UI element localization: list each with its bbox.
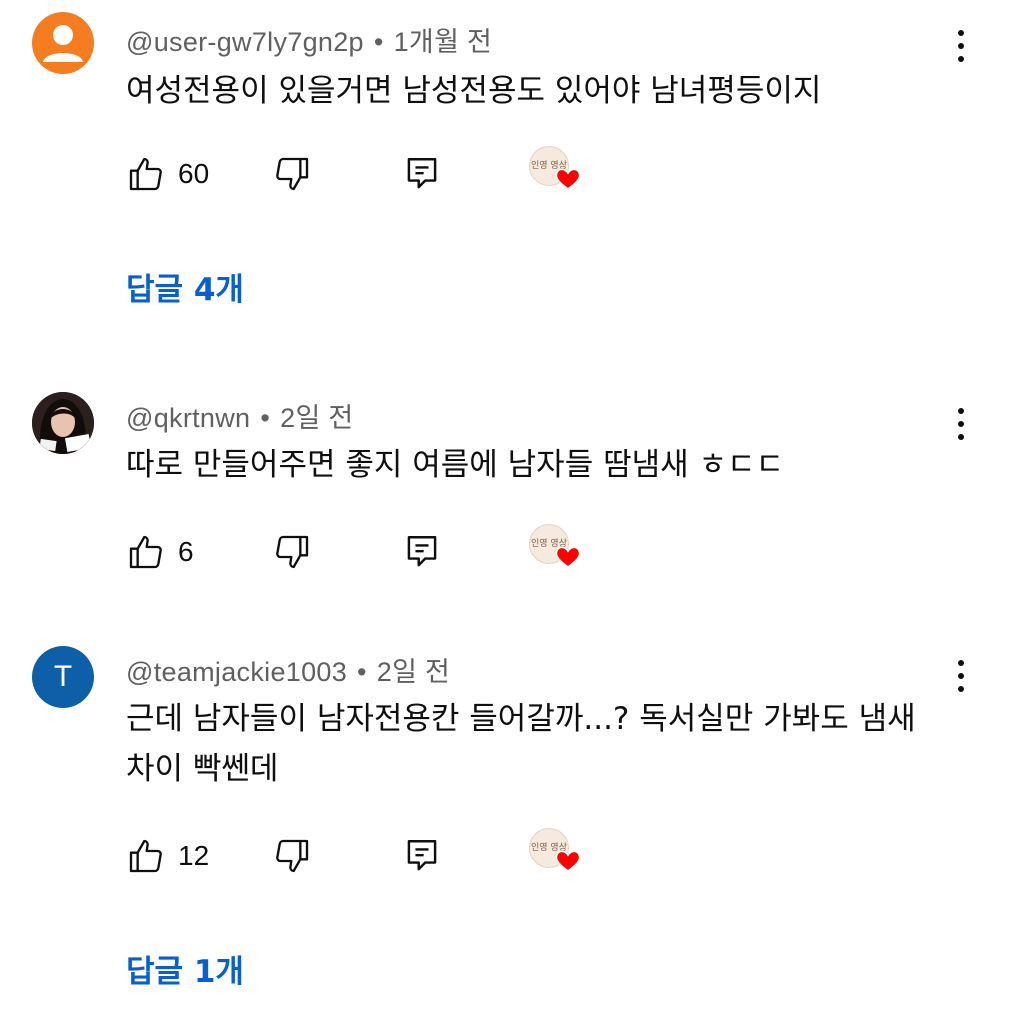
like-count: 60 bbox=[178, 158, 210, 189]
thumb-down-icon bbox=[276, 157, 309, 191]
profile-photo bbox=[32, 392, 94, 454]
comment-text: 근데 남자들이 남자전용칸 들어갈까...? 독서실만 가봐도 냄새차이 빡쎈데 bbox=[126, 701, 916, 787]
comment-time[interactable]: 2일 전 bbox=[280, 403, 353, 433]
comment-actions: 12 인영 영상 bbox=[126, 828, 626, 878]
comment-actions: 60 인영 영상 bbox=[126, 146, 626, 196]
comment-meta: @user-gw7ly7gn2p • 1개월 전 bbox=[126, 20, 492, 59]
reply-button[interactable] bbox=[404, 834, 440, 878]
like-count: 6 bbox=[178, 536, 194, 567]
comment-meta: @teamjackie1003 • 2일 전 bbox=[126, 650, 450, 689]
comment-actions: 6 인영 영상 bbox=[126, 524, 626, 574]
thumb-up-icon bbox=[129, 535, 162, 569]
replies-toggle[interactable]: 답글 1개 bbox=[126, 946, 244, 991]
default-person-icon bbox=[43, 25, 83, 62]
replies-toggle[interactable]: 답글 4개 bbox=[126, 264, 244, 309]
avatar[interactable] bbox=[32, 392, 94, 454]
heart-icon bbox=[555, 546, 581, 568]
creator-heart-badge: 인영 영상 bbox=[529, 146, 585, 196]
comment-reply-icon bbox=[407, 158, 437, 189]
comment-time[interactable]: 1개월 전 bbox=[394, 27, 493, 57]
like-button[interactable]: 60 bbox=[126, 152, 209, 196]
comment-author[interactable]: @qkrtnwn bbox=[126, 403, 250, 433]
dislike-button[interactable] bbox=[272, 152, 312, 196]
like-button[interactable]: 12 bbox=[126, 834, 209, 878]
avatar[interactable] bbox=[32, 12, 94, 74]
comment-meta: @qkrtnwn • 2일 전 bbox=[126, 396, 354, 435]
more-options-icon[interactable] bbox=[948, 26, 974, 66]
heart-icon bbox=[555, 850, 581, 872]
like-button[interactable]: 6 bbox=[126, 530, 194, 574]
comment-author[interactable]: @user-gw7ly7gn2p bbox=[126, 27, 364, 57]
comment-reply-icon bbox=[407, 536, 437, 567]
reply-button[interactable] bbox=[404, 530, 440, 574]
dislike-button[interactable] bbox=[272, 834, 312, 878]
creator-heart-badge: 인영 영상 bbox=[529, 524, 585, 574]
comment-reply-icon bbox=[407, 840, 437, 871]
avatar[interactable]: T bbox=[32, 646, 94, 708]
thumb-down-icon bbox=[276, 839, 309, 873]
comment-text: 여성전용이 있을거면 남성전용도 있어야 남녀평등이지 bbox=[126, 73, 822, 109]
reply-button[interactable] bbox=[404, 152, 440, 196]
comment-time[interactable]: 2일 전 bbox=[377, 657, 450, 687]
separator-dot: • bbox=[357, 657, 367, 687]
creator-heart-badge: 인영 영상 bbox=[529, 828, 585, 878]
separator-dot: • bbox=[260, 403, 271, 433]
more-options-icon[interactable] bbox=[948, 404, 974, 444]
like-count: 12 bbox=[178, 840, 210, 871]
thumb-up-icon bbox=[129, 839, 162, 873]
comment-author[interactable]: @teamjackie1003 bbox=[126, 657, 347, 687]
comment-text: 따로 만들어주면 좋지 여름에 남자들 땀냄새 ㅎㄷㄷ bbox=[126, 447, 785, 483]
more-options-icon[interactable] bbox=[948, 656, 974, 696]
heart-icon bbox=[555, 168, 581, 190]
separator-dot: • bbox=[373, 27, 384, 57]
thumb-up-icon bbox=[129, 157, 162, 191]
dislike-button[interactable] bbox=[272, 530, 312, 574]
thumb-down-icon bbox=[276, 535, 309, 569]
